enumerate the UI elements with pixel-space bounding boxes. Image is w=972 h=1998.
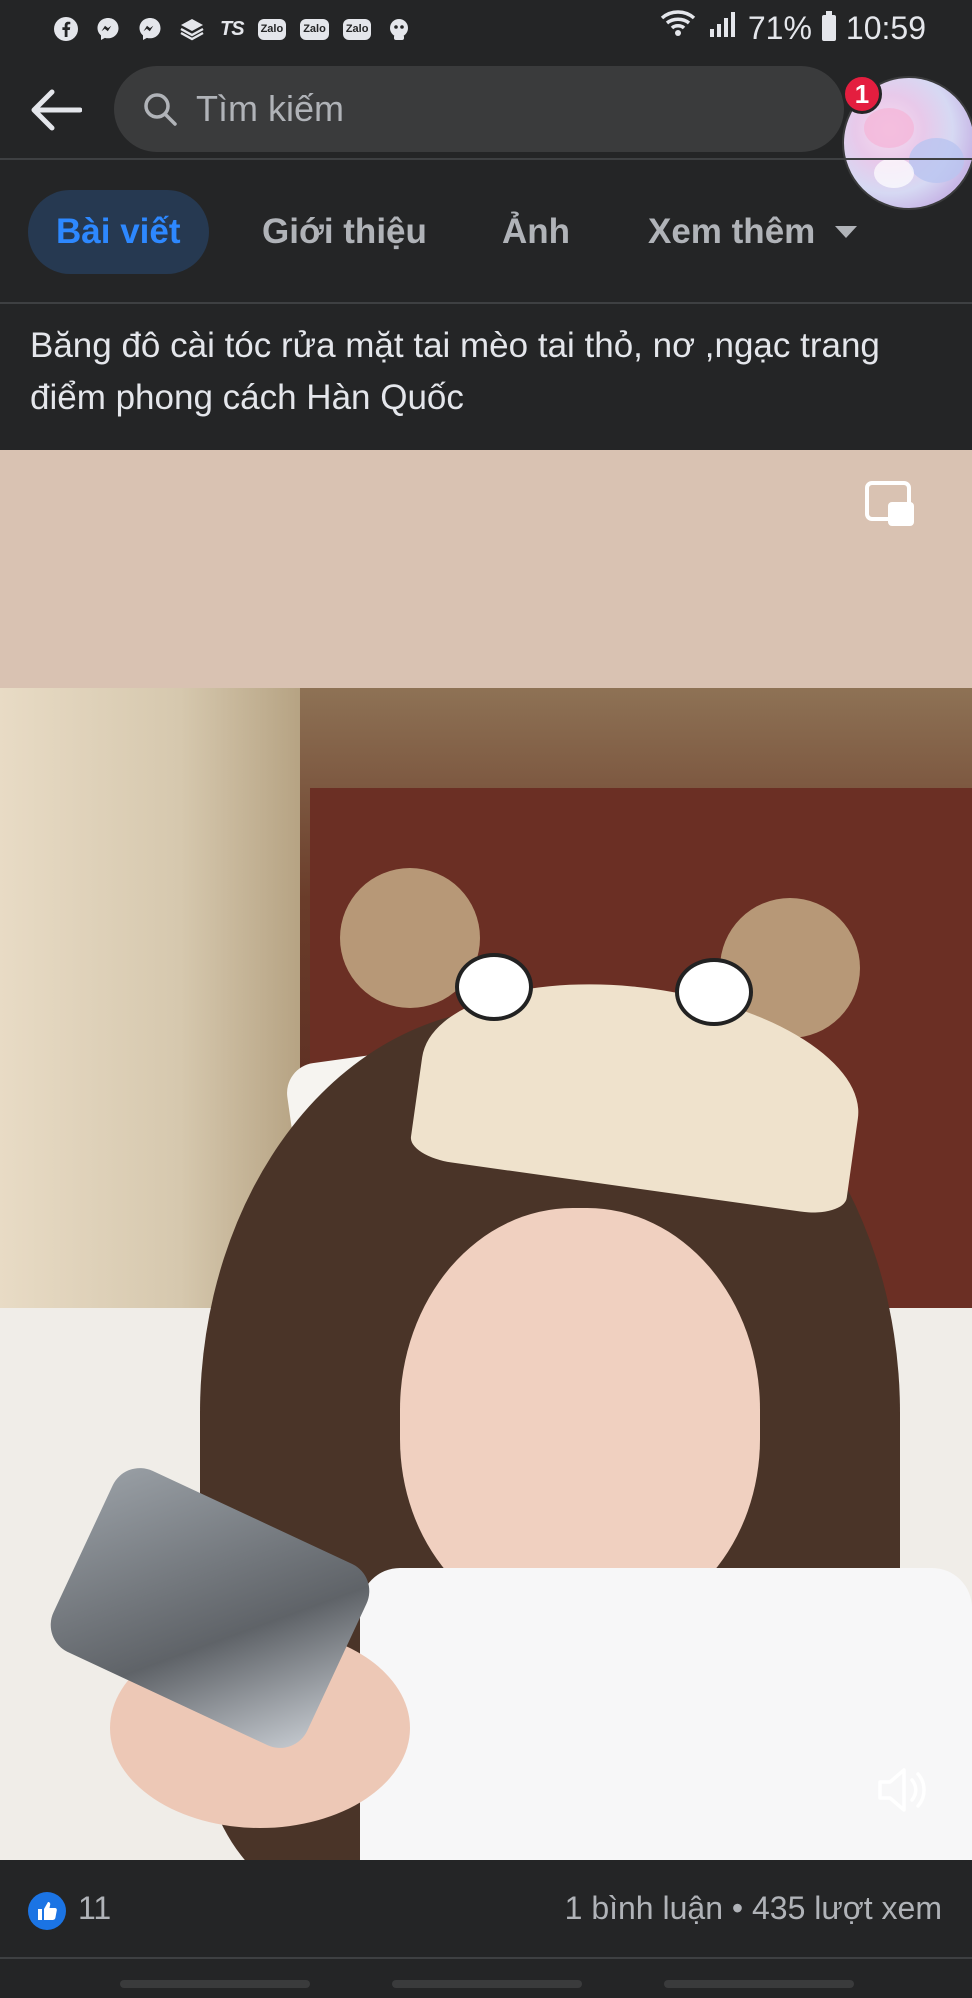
signal-icon xyxy=(708,9,738,47)
zalo-icon: Zalo xyxy=(300,18,329,40)
clock: 10:59 xyxy=(845,9,926,46)
nav-pill xyxy=(120,1980,310,1988)
caret-down-icon xyxy=(835,226,858,238)
zalo-icon: Zalo xyxy=(257,18,287,40)
notification-badge: 1 xyxy=(842,74,882,114)
status-right: 71% 10:59 xyxy=(658,8,926,48)
search-placeholder: Tìm kiếm xyxy=(196,88,344,129)
headband-eye xyxy=(455,953,533,1021)
video-frame xyxy=(0,688,972,1860)
search-input[interactable]: Tìm kiếm xyxy=(114,66,844,152)
headband-eye xyxy=(675,958,753,1026)
video-letterbox xyxy=(0,450,972,688)
video-player[interactable] xyxy=(0,450,972,1860)
tab-see-more-label: Xem thêm xyxy=(648,212,816,251)
post-stats[interactable]: 1 bình luận • 435 lượt xem xyxy=(565,1890,942,1927)
tab-bar: Bài viết Giới thiệu Ảnh Xem thêm xyxy=(0,160,972,302)
arrow-left-icon xyxy=(31,89,82,131)
facebook-icon xyxy=(52,15,80,43)
top-bar: Tìm kiếm 1 xyxy=(0,58,972,210)
picture-in-picture-icon[interactable] xyxy=(864,480,918,530)
nav-pill xyxy=(392,1980,582,1988)
back-button[interactable] xyxy=(26,80,86,140)
wifi-icon xyxy=(658,8,698,48)
face xyxy=(400,1208,760,1628)
notification-icons: TS Zalo Zalo Zalo xyxy=(52,15,413,43)
zalo-icon: Zalo xyxy=(342,18,372,40)
post-footer: 11 1 bình luận • 435 lượt xem xyxy=(0,1860,972,1960)
layers-icon xyxy=(178,15,206,43)
messenger-icon xyxy=(136,15,164,43)
nav-bar xyxy=(0,1960,972,1998)
tab-see-more[interactable]: Xem thêm xyxy=(648,190,858,274)
volume-muted-icon[interactable] xyxy=(872,1760,932,1820)
like-count[interactable]: 11 xyxy=(78,1890,111,1927)
post-caption: Băng đô cài tóc rửa mặt tai mèo tai thỏ,… xyxy=(30,326,880,417)
divider xyxy=(0,1957,972,1959)
ts-icon: TS xyxy=(220,17,245,40)
like-icon[interactable] xyxy=(28,1892,66,1930)
messenger-icon xyxy=(94,15,122,43)
android-icon xyxy=(385,15,413,43)
search-icon xyxy=(142,89,182,129)
tab-about[interactable]: Giới thiệu xyxy=(262,190,427,274)
nav-pill xyxy=(664,1980,854,1988)
divider xyxy=(0,302,972,304)
battery-icon xyxy=(821,11,836,41)
battery-percent: 71% xyxy=(747,9,812,46)
status-bar: TS Zalo Zalo Zalo 71% 10:59 xyxy=(0,0,972,58)
tab-posts[interactable]: Bài viết xyxy=(28,190,209,274)
tab-photos[interactable]: Ảnh xyxy=(502,190,570,274)
